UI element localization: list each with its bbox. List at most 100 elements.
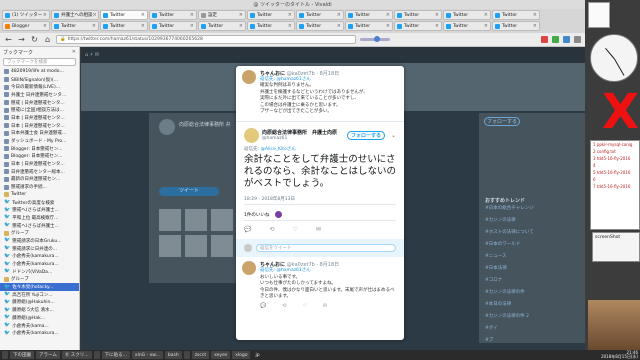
trend-link[interactable]: #カジノの法律	[485, 217, 516, 223]
taskbar-button[interactable]: bash	[164, 351, 182, 359]
reply-tweet[interactable]: ちゃんおに @ka0zet7b · 8月18日 返信先: @hamaz61さん …	[236, 66, 404, 119]
bookmark-item[interactable]: 日本 | 日弁連懲戒センタ...	[0, 160, 79, 168]
close-icon[interactable]: ×	[533, 12, 537, 18]
close-icon[interactable]: ✕	[72, 49, 76, 55]
trend-link[interactable]: #ニュース	[485, 253, 507, 259]
message-icon[interactable]: ✉	[316, 226, 321, 233]
tweet-button[interactable]: ツイート	[159, 187, 219, 196]
tweet-timestamp[interactable]: 18:29 - 2018年8月13日	[244, 196, 396, 202]
close-icon[interactable]: ×	[435, 12, 439, 18]
bookmark-item[interactable]: 懲戒請求の手続...	[0, 183, 79, 191]
zoom-slider[interactable]	[360, 36, 390, 42]
follow-button[interactable]: フォローする	[484, 117, 520, 126]
close-icon[interactable]: ×	[337, 23, 341, 29]
close-icon[interactable]: ×	[288, 12, 292, 18]
trend-link[interactable]: #本日の法律	[485, 301, 511, 307]
media-thumbnail[interactable]	[185, 209, 207, 231]
close-icon[interactable]: ×	[337, 12, 341, 18]
taskbar-button[interactable]: 下に貼る...	[101, 351, 130, 359]
bookmark-item[interactable]: 🐦 Twitterの高度な検索	[0, 199, 79, 207]
back-button[interactable]: ←	[4, 35, 13, 44]
tab[interactable]: 設定 ×	[198, 10, 246, 20]
reply-input[interactable]: 返信をツイート	[256, 244, 396, 253]
trend-link[interactable]: #コロナ	[485, 277, 502, 283]
author-handle[interactable]: @hamaz61	[262, 136, 337, 141]
trend-link[interactable]: #日本の総合チャレンジ	[485, 205, 534, 211]
reload-button[interactable]: ↻	[30, 35, 39, 44]
bookmark-item[interactable]: 🐦 平和上位 最高検察庁...	[0, 214, 79, 222]
tab[interactable]: Twitter ×	[198, 21, 246, 31]
reply-icon[interactable]: 💬	[244, 226, 251, 233]
bookmark-item[interactable]: 弁護士 日弁連懲戒センタ...	[0, 91, 79, 99]
bookmark-item[interactable]: 懲戒に(全国)相談方法は...	[0, 106, 79, 114]
bookmark-item[interactable]: 懲戒 | 日弁連懲戒センタ...	[0, 99, 79, 107]
bookmark-item[interactable]: 🐦 懲戒請求の日本Gruku...	[0, 237, 79, 245]
tab[interactable]: Twitter ×	[394, 21, 442, 31]
reply-icon[interactable]: 💬	[260, 303, 266, 309]
media-thumbnail[interactable]	[185, 235, 207, 257]
media-thumbnail[interactable]	[211, 235, 233, 257]
bookmark-item[interactable]: 最新の日弁連懲戒セン...	[0, 176, 79, 184]
bookmark-item[interactable]: 4820919/life at modo...	[0, 68, 79, 76]
bookmark-item[interactable]: 🐦 高吉在所 Yujiコン...	[0, 291, 79, 299]
avatar[interactable]	[275, 211, 283, 219]
close-icon[interactable]: ×	[484, 12, 488, 18]
chevron-down-icon[interactable]: ⌄	[391, 132, 396, 139]
tab[interactable]: Twitter ×	[149, 21, 197, 31]
bookmark-item[interactable]: 今日の最新情報(LIVE)...	[0, 83, 79, 91]
bookmark-item[interactable]: 🐦 小倉秀夫(kamakura...	[0, 329, 79, 337]
tab[interactable]: Twitter ×	[247, 10, 295, 20]
close-icon[interactable]: ×	[239, 12, 243, 18]
bookmark-item[interactable]: 🐦 小倉秀夫(kamakura...	[0, 253, 79, 261]
tab[interactable]: Twitter ×	[296, 10, 344, 20]
close-icon[interactable]: ×	[484, 23, 488, 29]
bookmark-item[interactable]: Blogger: 日本懲戒セン...	[0, 145, 79, 153]
tab[interactable]: 弁護士への相談 ×	[51, 10, 99, 20]
menu-icon[interactable]	[574, 36, 581, 43]
like-icon[interactable]: ♡	[302, 303, 306, 309]
close-icon[interactable]: ×	[92, 23, 96, 29]
media-thumbnail[interactable]	[159, 235, 181, 257]
close-icon[interactable]: ×	[533, 23, 537, 29]
forward-button[interactable]: →	[17, 35, 26, 44]
tab[interactable]: Twitter ×	[296, 21, 344, 31]
reply-tweet[interactable]: ちゃんおに @ka0zet7b · 8月18日 返信先: @hamaz61さん …	[236, 257, 404, 313]
tab[interactable]: Twitter ×	[247, 21, 295, 31]
bookmark-item[interactable]: Twitter	[0, 191, 79, 199]
trend-link[interactable]: #日本法律	[485, 265, 507, 271]
close-icon[interactable]: ×	[239, 23, 243, 29]
close-icon[interactable]: ×	[386, 23, 390, 29]
bookmark-item[interactable]: 🐦 懲戒へ(さらば弁護士...	[0, 206, 79, 214]
like-icon[interactable]: ♡	[293, 226, 298, 233]
trend-link[interactable]: #プ	[485, 337, 493, 343]
taskbar-button[interactable]	[93, 351, 100, 359]
bookmark-item[interactable]: 🐦 懲戒請求に日弁連の...	[0, 245, 79, 253]
avatar[interactable]	[244, 127, 259, 143]
bookmark-item[interactable]: 🐦 小倉秀夫(kama...	[0, 322, 79, 330]
taskbar-button[interactable]	[2, 351, 8, 359]
retweet-icon[interactable]: ⟲	[269, 226, 274, 233]
taskbar-button[interactable]: xlogo	[232, 351, 251, 359]
bookmark-item[interactable]: 🐦 ドドンパ(ViVaDa...	[0, 268, 79, 276]
tab[interactable]: Twitter ×	[394, 10, 442, 20]
reply-to-handle-link[interactable]: @Alice_Kitoさん	[260, 147, 295, 152]
trend-link[interactable]: #ボイ	[485, 325, 498, 331]
close-icon[interactable]: ×	[43, 12, 47, 18]
tab[interactable]: Blogger ×	[2, 21, 50, 31]
trend-link[interactable]: #カジノの法律の件	[485, 289, 525, 295]
address-bar[interactable]: 🔒 https://twitter.com/hamaz61/status/102…	[56, 35, 356, 44]
taskbar-button[interactable]: Ⓑ スクリ...	[61, 351, 92, 359]
tab[interactable]: Twitter ×	[492, 21, 540, 31]
bookmark-item[interactable]: ダッシュボード - My Pro...	[0, 137, 79, 145]
bookmark-item[interactable]: Blogger: 日本懲戒セン...	[0, 153, 79, 161]
trend-link[interactable]: #ホストの法律について	[485, 229, 534, 235]
media-thumbnail[interactable]	[159, 209, 181, 231]
taskbar-button[interactable]: xlnG - xw...	[131, 351, 163, 359]
input-language[interactable]: jp	[255, 353, 259, 358]
taskbar-button[interactable]: アラーム	[36, 351, 60, 359]
tab[interactable]: Twitter ×	[443, 10, 491, 20]
bookmark-item[interactable]: 日本 | 日弁連懲戒センタ...	[0, 114, 79, 122]
tab[interactable]: Twitter ×	[443, 21, 491, 31]
tab[interactable]: Twitter ×	[345, 21, 393, 31]
follow-button[interactable]: フォローする	[346, 130, 385, 140]
